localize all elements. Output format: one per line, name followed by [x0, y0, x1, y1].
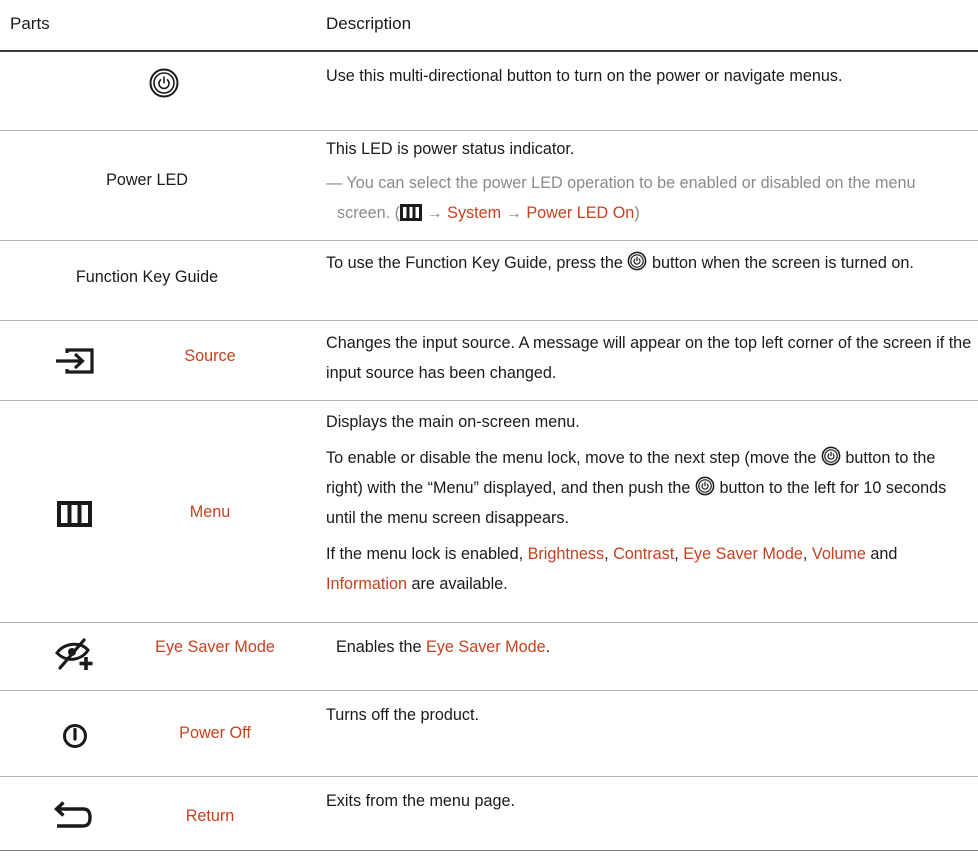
table-row-jog-button: Use this multi-directional button to tur…	[0, 52, 978, 131]
return-description: Exits from the menu page.	[326, 786, 972, 816]
note-system: System	[447, 204, 502, 222]
header-description: Description	[326, 14, 412, 33]
jog-button-description: Use this multi-directional button to tur…	[326, 61, 972, 91]
eye-saver-desc-text: Enables the Eye Saver Mode.	[336, 638, 551, 656]
part-label-return: Return	[185, 807, 235, 825]
note-arrow: →	[505, 204, 522, 222]
part-label-eye-saver-mode: Eye Saver Mode	[155, 638, 275, 656]
table-row-power-led: Power LED This LED is power status indic…	[0, 131, 978, 241]
jog-button-inline-icon	[821, 446, 841, 466]
power-off-description: Turns off the product.	[326, 700, 972, 730]
table-header: Parts Description	[0, 0, 978, 52]
power-led-note: ― You can select the power LED operation…	[326, 168, 972, 228]
jog-button-inline-icon	[628, 251, 647, 271]
hl-eye-saver-mode: Eye Saver Mode	[683, 545, 803, 563]
note-arrow: →	[426, 204, 443, 222]
menu-description: Displays the main on-screen menu. To ena…	[326, 407, 972, 599]
hl-volume: Volume	[811, 545, 866, 563]
power-led-description: This LED is power status indicator. ― Yo…	[326, 134, 972, 228]
source-description: Changes the input source. A message will…	[326, 328, 972, 388]
parts-table: Parts Description Use this multi-directi…	[0, 0, 978, 856]
jog-button-icon	[149, 68, 179, 98]
part-label-power-led: Power LED	[106, 171, 188, 189]
eye-saver-description: Enables the Eye Saver Mode.	[336, 632, 972, 662]
hl-brightness: Brightness	[527, 545, 605, 563]
note-close: )	[634, 204, 640, 222]
jog-button-desc-text: Use this multi-directional button to tur…	[326, 67, 843, 85]
return-icon	[54, 801, 92, 828]
function-key-description: To use the Function Key Guide, press the…	[326, 248, 972, 278]
menu-icon	[57, 501, 92, 527]
table-row-return: Return Exits from the menu page.	[0, 777, 978, 851]
power-off-desc-text: Turns off the product.	[326, 706, 479, 724]
jog-button-inline-icon	[695, 476, 715, 496]
part-label-source: Source	[184, 347, 236, 365]
note-power-led-on: Power LED On	[526, 204, 635, 222]
power-off-icon	[63, 724, 87, 748]
table-row-source: Source Changes the input source. A messa…	[0, 321, 978, 401]
hl-contrast: Contrast	[613, 545, 675, 563]
menu-icon-inline	[399, 204, 422, 221]
part-label-menu: Menu	[189, 503, 231, 521]
part-label-power-off: Power Off	[179, 724, 251, 742]
table-row-eye-saver-mode: Eye Saver Mode Enables the Eye Saver Mod…	[0, 623, 978, 691]
part-label-function-key-guide: Function Key Guide	[75, 268, 219, 286]
table-row-power-off: Power Off Turns off the product.	[0, 691, 978, 777]
source-desc-text: Changes the input source. A message will…	[326, 334, 972, 382]
hl-information: Information	[326, 575, 407, 593]
menu-desc-text-3: If the menu lock is enabled, Brightness,…	[326, 545, 898, 593]
menu-desc-text-2: To enable or disable the menu lock, move…	[326, 443, 972, 533]
source-input-icon	[56, 348, 94, 374]
hl-eye-saver-mode: Eye Saver Mode	[426, 638, 546, 656]
function-key-desc-text: To use the Function Key Guide, press the…	[326, 248, 972, 278]
table-row-menu: Menu Displays the main on-screen menu. T…	[0, 401, 978, 623]
header-parts: Parts	[10, 14, 50, 33]
eye-saver-icon	[55, 638, 93, 670]
power-led-desc-text: This LED is power status indicator.	[326, 140, 575, 158]
menu-desc-text-1: Displays the main on-screen menu.	[326, 413, 580, 431]
note-dash: ―	[326, 174, 343, 192]
return-desc-text: Exits from the menu page.	[326, 792, 515, 810]
table-row-function-key-guide: Function Key Guide To use the Function K…	[0, 241, 978, 321]
